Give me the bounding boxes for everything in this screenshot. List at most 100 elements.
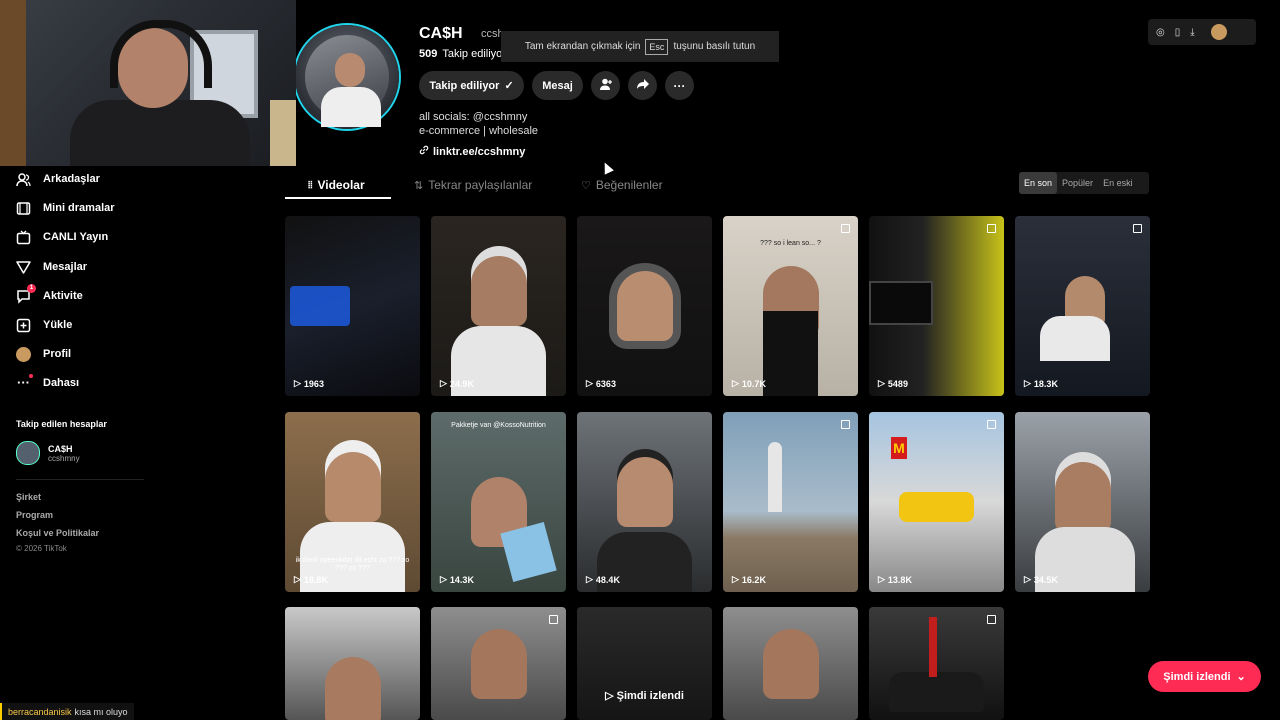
sidebar-item-profile[interactable]: Profil bbox=[16, 344, 71, 364]
photo-carousel-icon bbox=[549, 615, 558, 624]
play-count-value: 13.8K bbox=[887, 574, 912, 585]
sidebar-item-mini-dramas[interactable]: Mini dramalar bbox=[16, 198, 115, 218]
play-count: ▷ 34.5K bbox=[1024, 574, 1058, 585]
sidebar-item-more[interactable]: ··· Dahası bbox=[16, 373, 79, 393]
sidebar-item-activity[interactable]: 1 Aktivite bbox=[16, 283, 83, 306]
play-count: ▷ 6363 bbox=[586, 378, 616, 389]
sort-latest[interactable]: En son bbox=[1019, 172, 1058, 194]
video-card[interactable]: ▷ 16.2K bbox=[723, 412, 858, 592]
video-card[interactable] bbox=[285, 607, 420, 720]
play-count-value: 1963 bbox=[303, 378, 324, 389]
video-card[interactable]: ▷ 18.3K bbox=[1015, 216, 1150, 396]
check-icon: ✓ bbox=[504, 80, 514, 92]
copyright: © 2026 TikTok bbox=[16, 544, 67, 553]
play-count: ▷ 5489 bbox=[878, 378, 908, 389]
video-card[interactable]: ▷ 34.5K bbox=[1015, 412, 1150, 592]
footer-link-program[interactable]: Program bbox=[16, 510, 53, 520]
play-icon: ▷ bbox=[294, 378, 301, 388]
play-count: ▷ 48.4K bbox=[586, 574, 620, 585]
photo-carousel-icon bbox=[841, 420, 850, 429]
profile-avatar[interactable] bbox=[295, 25, 399, 129]
profile-link-text: linktr.ee/ccshmny bbox=[433, 145, 526, 158]
play-count: ▷ 1963 bbox=[294, 378, 324, 389]
tab-label: Tekrar paylaşılanlar bbox=[428, 178, 533, 192]
following-button-label: Takip ediliyor bbox=[429, 79, 500, 92]
photo-carousel-icon bbox=[841, 224, 850, 233]
compass-icon[interactable]: ◎ bbox=[1156, 27, 1165, 38]
chevron-down-icon: ⌄ bbox=[1236, 671, 1246, 683]
tab-liked[interactable]: ♡ Beğenilenler bbox=[581, 177, 663, 193]
play-icon: ▷ bbox=[440, 378, 447, 388]
toast-text: Tam ekrandan çıkmak için bbox=[524, 41, 641, 52]
video-card[interactable] bbox=[431, 607, 566, 720]
video-caption: ??? so i lean so... ? bbox=[760, 240, 821, 247]
video-card-now-watching[interactable]: ▷ Şimdi izlendi bbox=[577, 607, 712, 720]
sidebar-item-messages[interactable]: Mesajlar bbox=[16, 257, 87, 277]
play-count-value: 16.2K bbox=[741, 574, 766, 585]
now-watched-label: ▷ Şimdi izlendi bbox=[577, 689, 712, 702]
video-card[interactable] bbox=[723, 607, 858, 720]
play-count-value: 34.5K bbox=[1033, 574, 1058, 585]
play-count: ▷ 16.2K bbox=[732, 574, 766, 585]
play-count: ▷ 13.8K bbox=[878, 574, 912, 585]
video-card[interactable] bbox=[869, 607, 1004, 720]
video-card[interactable]: ▷ 24.9K bbox=[431, 216, 566, 396]
chat-username: berracandanisik bbox=[8, 706, 72, 717]
video-card[interactable]: ??? so i lean so... ? ▷ 10.7K bbox=[723, 216, 858, 396]
tab-reposts[interactable]: ⇅ Tekrar paylaşılanlar bbox=[414, 177, 532, 193]
footer-link-terms[interactable]: Koşul ve Politikalar bbox=[16, 528, 99, 538]
play-count: ▷ 18.8K bbox=[294, 574, 328, 585]
mobile-icon[interactable]: ▯ bbox=[1175, 27, 1181, 38]
sidebar-item-live[interactable]: CANLI Yayın bbox=[16, 227, 108, 247]
following-stat[interactable]: 509 Takip ediliyo bbox=[419, 48, 502, 60]
mini-drama-icon bbox=[16, 201, 31, 216]
download-icon[interactable]: ⤓ bbox=[1190, 27, 1194, 38]
more-options-button[interactable]: ··· bbox=[665, 71, 694, 100]
play-count: ▷ 24.9K bbox=[440, 378, 474, 389]
photo-carousel-icon bbox=[987, 224, 996, 233]
user-avatar[interactable] bbox=[1210, 24, 1227, 40]
play-count-value: 10.7K bbox=[741, 378, 766, 389]
link-icon bbox=[419, 145, 429, 158]
play-icon: ▷ bbox=[440, 574, 447, 584]
more-icon: ··· bbox=[16, 373, 33, 391]
following-accounts-title: Takip edilen hesaplar bbox=[16, 419, 107, 429]
sort-popular[interactable]: Popüler bbox=[1057, 172, 1098, 194]
video-card[interactable]: ik denk opeenkdat dit echt zo ??? zo ???… bbox=[285, 412, 420, 592]
footer-link-company[interactable]: Şirket bbox=[16, 492, 41, 502]
upload-icon bbox=[16, 318, 31, 333]
avatar bbox=[16, 441, 40, 465]
following-account[interactable]: CA$H ccshmny bbox=[16, 441, 80, 465]
video-card[interactable]: ▷ 48.4K bbox=[577, 412, 712, 592]
photo-carousel-icon bbox=[1133, 224, 1142, 233]
add-friend-button[interactable] bbox=[591, 71, 620, 100]
profile-link[interactable]: linktr.ee/ccshmny bbox=[419, 145, 525, 158]
photo-carousel-icon bbox=[987, 615, 996, 624]
play-count-value: 18.3K bbox=[1033, 378, 1058, 389]
share-button[interactable] bbox=[628, 71, 657, 100]
play-count: ▷ 14.3K bbox=[440, 574, 474, 585]
following-count: 509 bbox=[419, 48, 438, 60]
tab-videos[interactable]: ⦙⦙ Videolar bbox=[308, 177, 365, 193]
sort-oldest[interactable]: En eski bbox=[1098, 172, 1138, 194]
sidebar-item-upload[interactable]: Yükle bbox=[16, 315, 72, 335]
message-button[interactable]: Mesaj bbox=[532, 71, 583, 100]
sidebar-item-label: Aktivite bbox=[43, 290, 83, 302]
following-button[interactable]: Takip ediliyor ✓ bbox=[419, 71, 524, 100]
photo-carousel-icon bbox=[987, 420, 996, 429]
video-card[interactable]: M ▷ 13.8K bbox=[869, 412, 1004, 592]
sidebar-item-label: Mini dramalar bbox=[43, 202, 115, 214]
now-watched-text: Şimdi izlendi bbox=[616, 690, 684, 702]
play-icon: ▷ bbox=[605, 690, 617, 702]
now-watched-button[interactable]: Şimdi izlendi ⌄ bbox=[1148, 661, 1261, 692]
play-count-value: 18.8K bbox=[303, 574, 328, 585]
video-card[interactable]: Pakketje van @KossoNutrition ▷ 14.3K bbox=[431, 412, 566, 592]
video-card[interactable]: ▷ 6363 bbox=[577, 216, 712, 396]
grid-icon: ⦙⦙ bbox=[308, 179, 313, 191]
toast-text: tuşunu basılı tutun bbox=[673, 41, 756, 52]
play-icon: ▷ bbox=[1024, 378, 1031, 388]
live-icon bbox=[16, 230, 31, 245]
sidebar-item-friends[interactable]: Arkadaşlar bbox=[16, 169, 100, 189]
video-card[interactable]: ▷ 1963 bbox=[285, 216, 420, 396]
video-card[interactable]: ▷ 5489 bbox=[869, 216, 1004, 396]
